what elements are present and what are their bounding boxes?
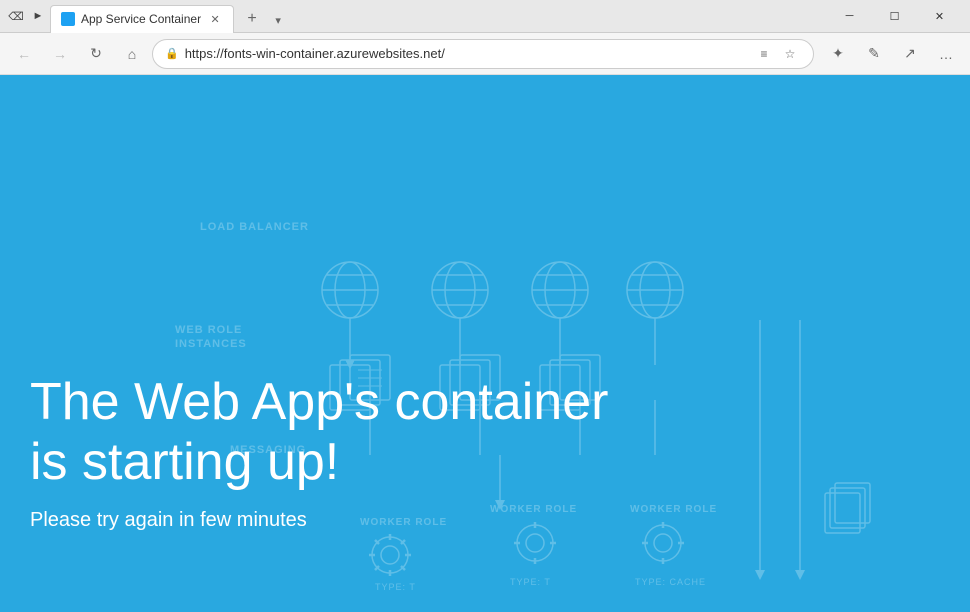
svg-text:WEB ROLE: WEB ROLE <box>175 324 242 336</box>
heading-line2: is starting up! <box>30 433 339 491</box>
svg-text:TYPE: CACHE: TYPE: CACHE <box>635 577 706 587</box>
title-bar-right: ─ ☐ ✕ <box>827 0 962 33</box>
collections-btn[interactable]: ✦ <box>822 38 854 70</box>
tab-favicon <box>61 12 75 26</box>
svg-text:INSTANCES: INSTANCES <box>175 338 247 350</box>
back-icon: ← <box>17 46 31 62</box>
forward-tab-btn[interactable]: ► <box>30 8 46 24</box>
share-btn[interactable]: ↗ <box>894 38 926 70</box>
page-content: LOAD BALANCER WEB ROLE INSTANCES <box>0 75 970 612</box>
svg-text:TYPE: T: TYPE: T <box>510 577 551 587</box>
url-text: https://fonts-win-container.azurewebsite… <box>185 46 747 61</box>
address-bar[interactable]: 🔒 https://fonts-win-container.azurewebsi… <box>152 39 814 69</box>
title-bar: ⌫ ► App Service Container ✕ + ▾ ─ ☐ ✕ <box>0 0 970 33</box>
home-btn[interactable]: ⌂ <box>116 38 148 70</box>
forward-btn[interactable]: → <box>44 38 76 70</box>
tab-close-btn[interactable]: ✕ <box>207 11 223 27</box>
home-icon: ⌂ <box>128 46 136 62</box>
restore-btn[interactable]: ☐ <box>872 0 917 33</box>
heading-line1: The Web App's container <box>30 373 608 431</box>
notes-btn[interactable]: ✎ <box>858 38 890 70</box>
tab-strip: App Service Container ✕ + ▾ <box>46 0 827 33</box>
main-content: The Web App's container is starting up! … <box>30 373 608 532</box>
active-tab[interactable]: App Service Container ✕ <box>50 5 234 33</box>
address-icons: ≡ ☆ <box>753 43 801 65</box>
title-bar-left: ⌫ ► <box>8 8 46 24</box>
svg-text:TYPE: T: TYPE: T <box>375 582 416 592</box>
svg-text:WORKER ROLE: WORKER ROLE <box>630 504 717 515</box>
favorite-btn[interactable]: ☆ <box>779 43 801 65</box>
nav-bar: ← → ↻ ⌂ 🔒 https://fonts-win-container.az… <box>0 33 970 75</box>
minimize-btn[interactable]: ─ <box>827 0 872 33</box>
main-heading: The Web App's container is starting up! <box>30 373 608 493</box>
subtext: Please try again in few minutes <box>30 509 608 532</box>
lock-icon: 🔒 <box>165 47 179 60</box>
toolbar-icons: ✦ ✎ ↗ … <box>822 38 962 70</box>
close-btn[interactable]: ✕ <box>917 0 962 33</box>
reader-mode-btn[interactable]: ≡ <box>753 43 775 65</box>
refresh-btn[interactable]: ↻ <box>80 38 112 70</box>
svg-text:LOAD BALANCER: LOAD BALANCER <box>200 221 309 233</box>
back-tab-btn[interactable]: ⌫ <box>8 8 24 24</box>
tab-menu-btn[interactable]: ▾ <box>266 9 290 33</box>
forward-icon: → <box>53 46 67 62</box>
back-btn[interactable]: ← <box>8 38 40 70</box>
tab-title-text: App Service Container <box>81 12 201 26</box>
refresh-icon: ↻ <box>90 45 102 62</box>
more-btn[interactable]: … <box>930 38 962 70</box>
new-tab-btn[interactable]: + <box>238 5 266 33</box>
